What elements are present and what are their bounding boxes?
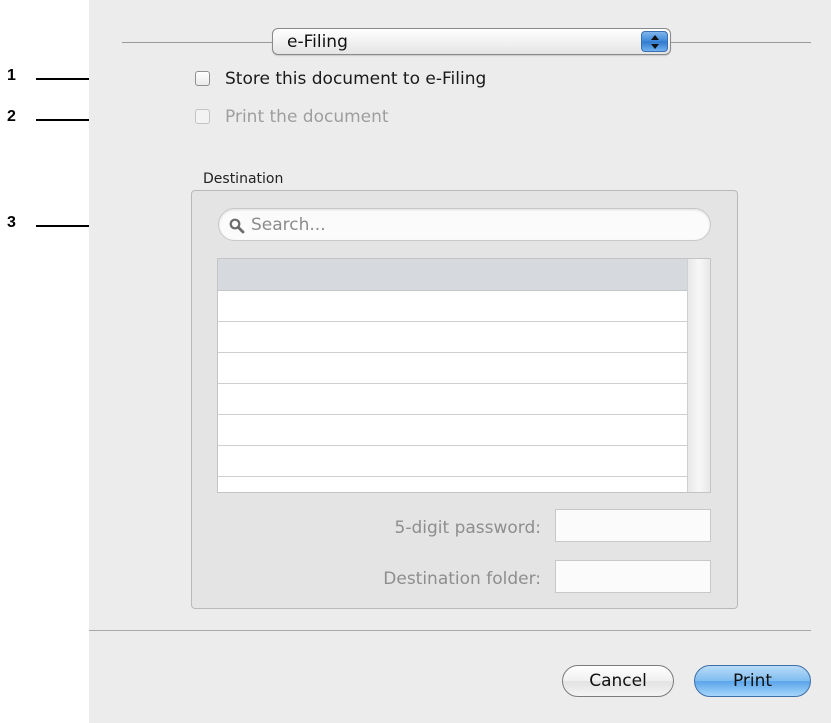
- list-item[interactable]: [218, 415, 687, 446]
- panel-popup-label: e-Filing: [287, 32, 348, 52]
- print-label: Print the document: [225, 107, 389, 127]
- search-field[interactable]: Search...: [218, 208, 711, 241]
- header-divider-right: [671, 42, 811, 43]
- magnifier-icon: [229, 218, 245, 238]
- footer-separator: [89, 630, 811, 631]
- folder-label: Destination folder:: [383, 569, 541, 589]
- print-checkbox: [195, 109, 210, 124]
- search-placeholder: Search...: [251, 215, 326, 235]
- list-item[interactable]: [218, 353, 687, 384]
- destination-list[interactable]: [217, 258, 711, 493]
- password-label: 5-digit password:: [394, 518, 541, 538]
- list-item[interactable]: [218, 384, 687, 415]
- print-button[interactable]: Print: [694, 665, 811, 697]
- list-item[interactable]: [218, 322, 687, 353]
- list-item[interactable]: [218, 477, 687, 492]
- destination-folder-field[interactable]: [555, 560, 711, 593]
- list-item[interactable]: [218, 291, 687, 322]
- password-field[interactable]: [555, 509, 711, 542]
- callout-3: 3: [7, 214, 16, 231]
- list-header: [218, 259, 687, 291]
- header-divider-left: [122, 42, 272, 43]
- store-label: Store this document to e-Filing: [225, 69, 487, 89]
- cancel-button[interactable]: Cancel: [562, 665, 674, 697]
- callout-2: 2: [7, 108, 16, 125]
- list-item[interactable]: [218, 446, 687, 477]
- destination-group-title: Destination: [203, 171, 284, 187]
- store-checkbox[interactable]: [195, 71, 210, 86]
- list-rows: [218, 291, 710, 492]
- callout-1: 1: [7, 67, 16, 84]
- up-down-stepper-icon: [641, 31, 668, 52]
- list-scrollbar[interactable]: [687, 259, 710, 492]
- panel-popup-menu[interactable]: e-Filing: [272, 28, 671, 55]
